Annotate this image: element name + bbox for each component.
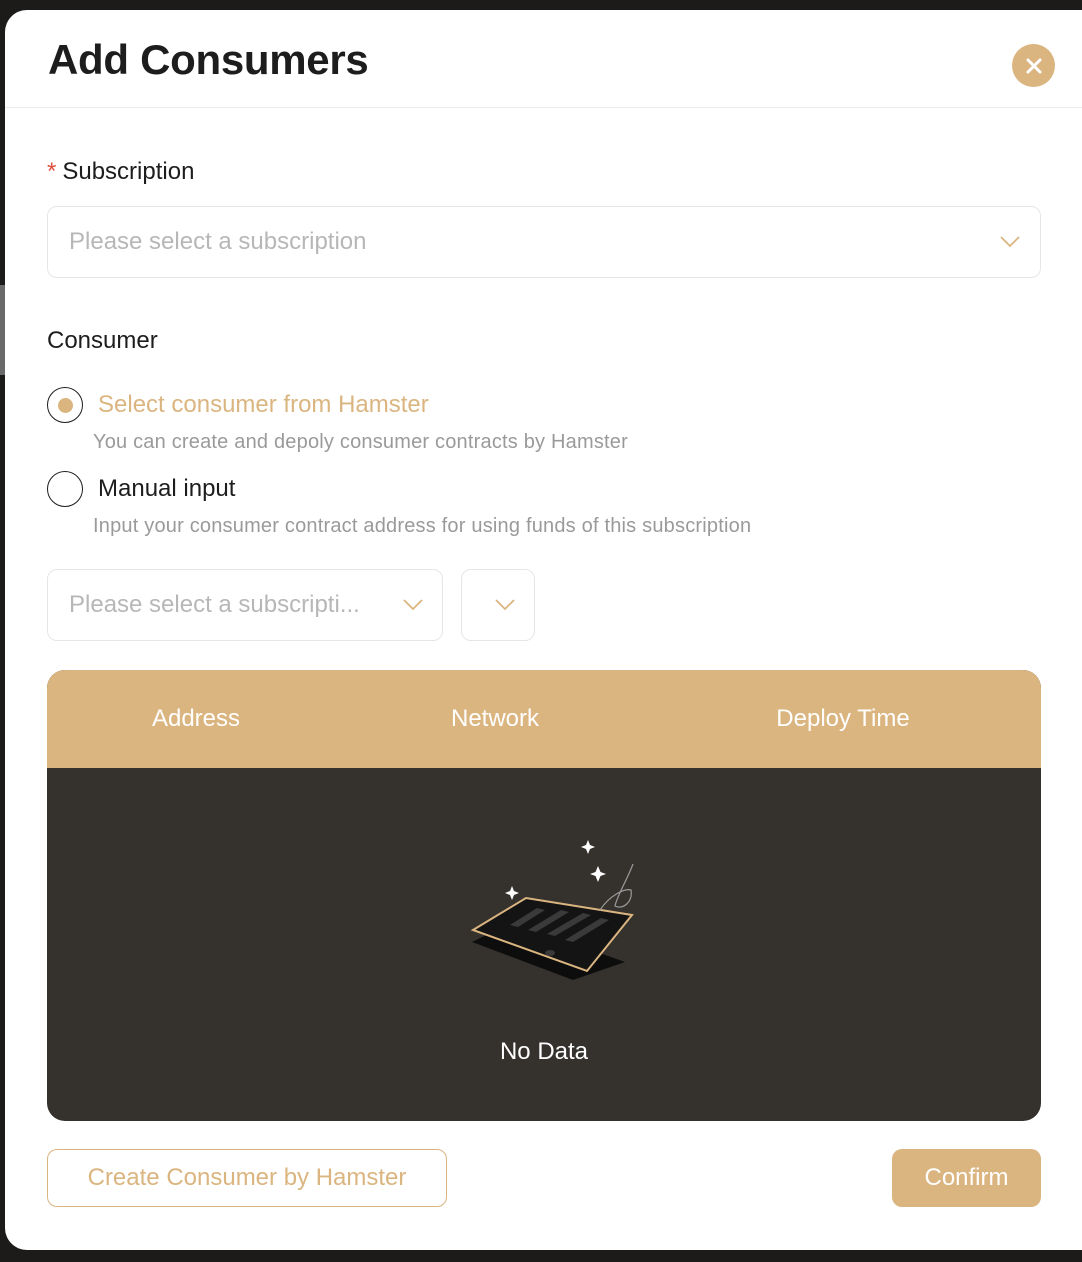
consumer-label: Consumer [47,327,158,354]
radio-desc-hamster: You can create and depoly consumer contr… [93,431,628,453]
modal-title: Add Consumers [48,36,369,83]
chevron-down-icon [403,599,423,611]
chevron-down-icon [495,599,515,611]
close-icon [1026,58,1041,73]
column-header-address: Address [151,705,241,732]
close-button[interactable] [1012,44,1055,87]
radio-selected-dot [57,397,73,413]
chevron-down-icon [1000,236,1020,248]
confirm-button[interactable]: Confirm [892,1149,1041,1207]
consumers-table: Address Network Deploy Time No Data [47,670,1041,1121]
radio-desc-manual: Input your consumer contract address for… [93,515,752,537]
create-consumer-button[interactable]: Create Consumer by Hamster [47,1149,447,1207]
radio-button-manual[interactable] [47,471,83,507]
table-header: Address Network Deploy Time [47,670,1041,768]
modal-header: Add Consumers [5,10,1082,108]
subscription-label: * Subscription [47,158,195,185]
empty-state-icon [470,840,634,980]
radio-label-manual: Manual input [98,475,236,502]
column-header-deploy-time: Deploy Time [776,705,910,732]
radio-label-hamster: Select consumer from Hamster [98,391,429,418]
subscription-select[interactable]: Please select a subscription [47,206,1041,278]
network-filter-select[interactable] [461,569,535,641]
empty-state-text: No Data [499,1038,589,1065]
column-header-network: Network [450,705,540,732]
subscription-select-placeholder: Please select a subscription [69,228,367,255]
consumer-filter-select[interactable]: Please select a subscripti... [47,569,443,641]
radio-option-manual[interactable]: Manual input [47,471,235,507]
radio-button-hamster[interactable] [47,387,83,423]
consumer-filter-placeholder: Please select a subscripti... [69,591,360,618]
radio-option-hamster[interactable]: Select consumer from Hamster [47,387,429,423]
required-mark: * [47,158,57,185]
add-consumers-modal: Add Consumers * Subscription Please selec… [5,10,1082,1250]
